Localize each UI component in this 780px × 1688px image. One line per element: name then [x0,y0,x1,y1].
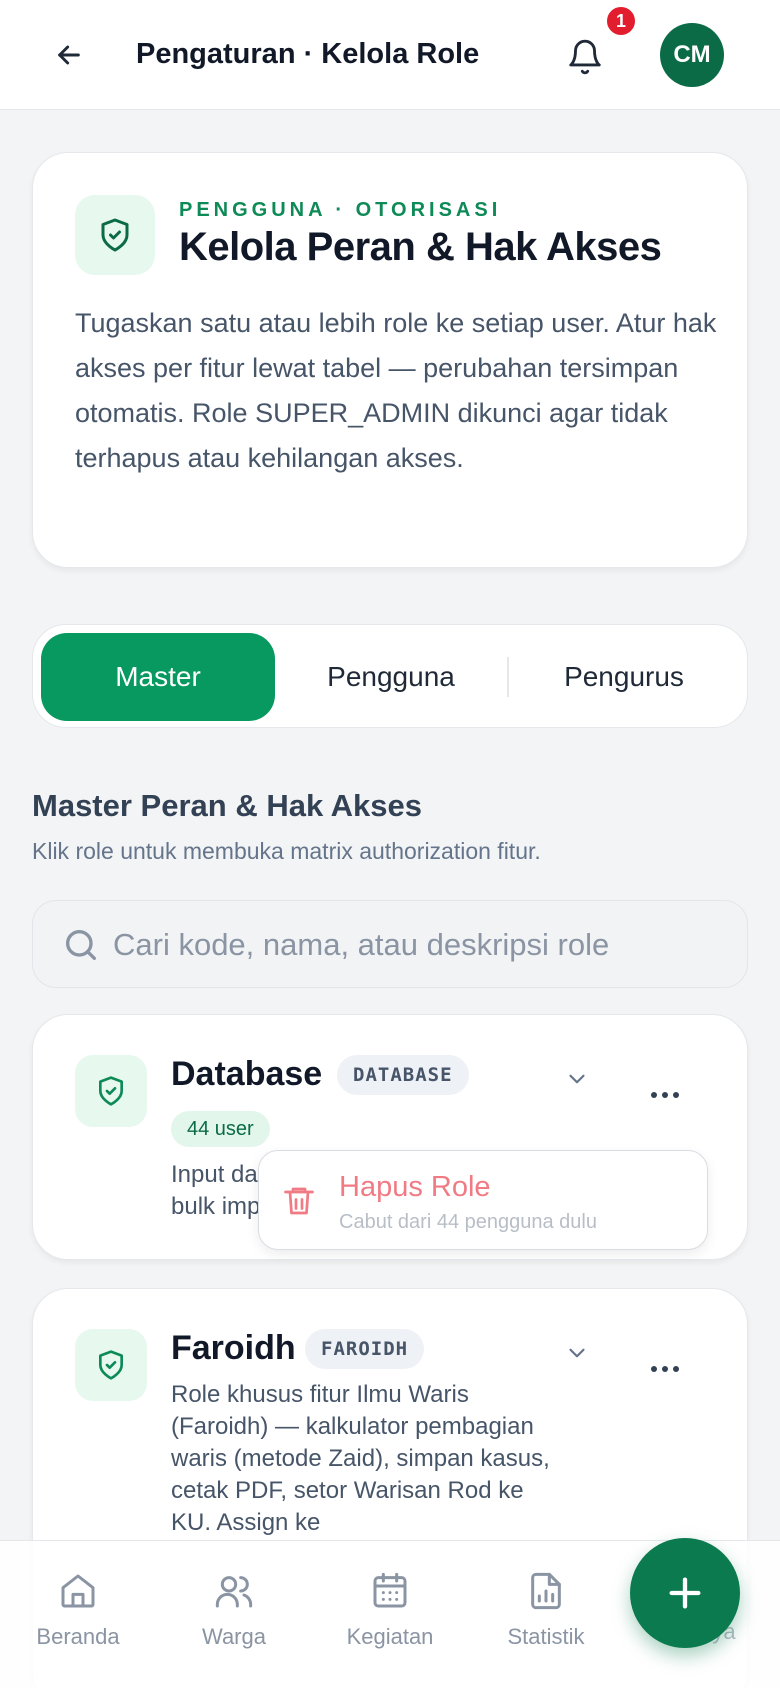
intro-description: Tugaskan satu atau lebih role ke setiap … [75,308,717,473]
search-box [32,900,748,988]
notification-badge: 1 [604,4,638,38]
chart-file-icon [531,1572,561,1610]
role-icon-tile [75,1329,147,1401]
role-context-menu: Hapus Role Cabut dari 44 pengguna dulu [258,1150,708,1250]
calendar-icon [373,1572,407,1608]
role-description: Role khusus fitur Ilmu Waris (Faroidh) —… [171,1381,550,1536]
chevron-down-icon [569,1348,585,1358]
nav-label: Warga [202,1624,266,1649]
role-code-badge: FAROIDH [305,1329,425,1369]
search-input[interactable] [113,915,673,975]
nav-beranda[interactable]: Beranda [0,1571,156,1650]
role-name: Faroidh [171,1329,296,1367]
intro-card: PENGGUNA · OTORISASI Kelola Peran & Hak … [32,152,748,568]
nav-label: Beranda [36,1624,120,1649]
home-icon [61,1574,95,1608]
delete-role-item[interactable]: Hapus Role [339,1171,491,1204]
user-count-badge: 44 user [171,1111,270,1147]
add-fab-button[interactable] [630,1538,740,1648]
top-app-bar: Pengaturan · Kelola Role 1 CM [0,0,780,110]
intro-eyebrow: PENGGUNA · OTORISASI [179,199,502,221]
nav-statistik[interactable]: Statistik [468,1571,624,1650]
expand-button[interactable] [559,1061,595,1097]
tab-pengurus[interactable]: Pengurus [507,633,741,721]
segmented-tabs: Master Pengguna Pengurus [32,624,748,728]
page-title: Pengaturan · Kelola Role [136,38,480,70]
notification-button[interactable] [560,32,610,82]
search-icon [66,930,97,960]
intro-icon-tile [75,195,155,275]
avatar[interactable]: CM [660,23,724,87]
shield-check-icon [99,1076,123,1106]
more-options-button[interactable] [637,1349,693,1389]
shield-check-icon [99,1350,123,1380]
section-subtitle: Klik role untuk membuka matrix authoriza… [32,838,541,864]
tab-pengguna[interactable]: Pengguna [274,633,508,721]
expand-button[interactable] [559,1335,595,1371]
arrow-left-icon [58,45,80,65]
nav-warga[interactable]: Warga [156,1571,312,1650]
trash-icon [284,1187,314,1215]
nav-label: Statistik [507,1624,585,1649]
role-icon-tile [75,1055,147,1127]
delete-role-hint: Cabut dari 44 pengguna dulu [339,1211,597,1233]
more-horizontal-icon [651,1366,679,1372]
nav-label: Kegiatan [346,1624,434,1649]
users-icon [215,1576,253,1608]
bell-icon [569,39,601,75]
more-horizontal-icon [651,1092,679,1098]
section-title: Master Peran & Hak Akses [32,788,422,823]
role-name: Database [171,1055,323,1093]
back-button[interactable] [44,30,94,80]
plus-icon [669,1577,701,1609]
tab-master[interactable]: Master [41,633,275,721]
chevron-down-icon [569,1074,585,1084]
nav-kegiatan[interactable]: Kegiatan [312,1571,468,1650]
shield-check-icon [101,218,129,252]
intro-title: Kelola Peran & Hak Akses [179,225,662,269]
role-code-badge: DATABASE [337,1055,469,1095]
more-options-button[interactable] [637,1075,693,1115]
